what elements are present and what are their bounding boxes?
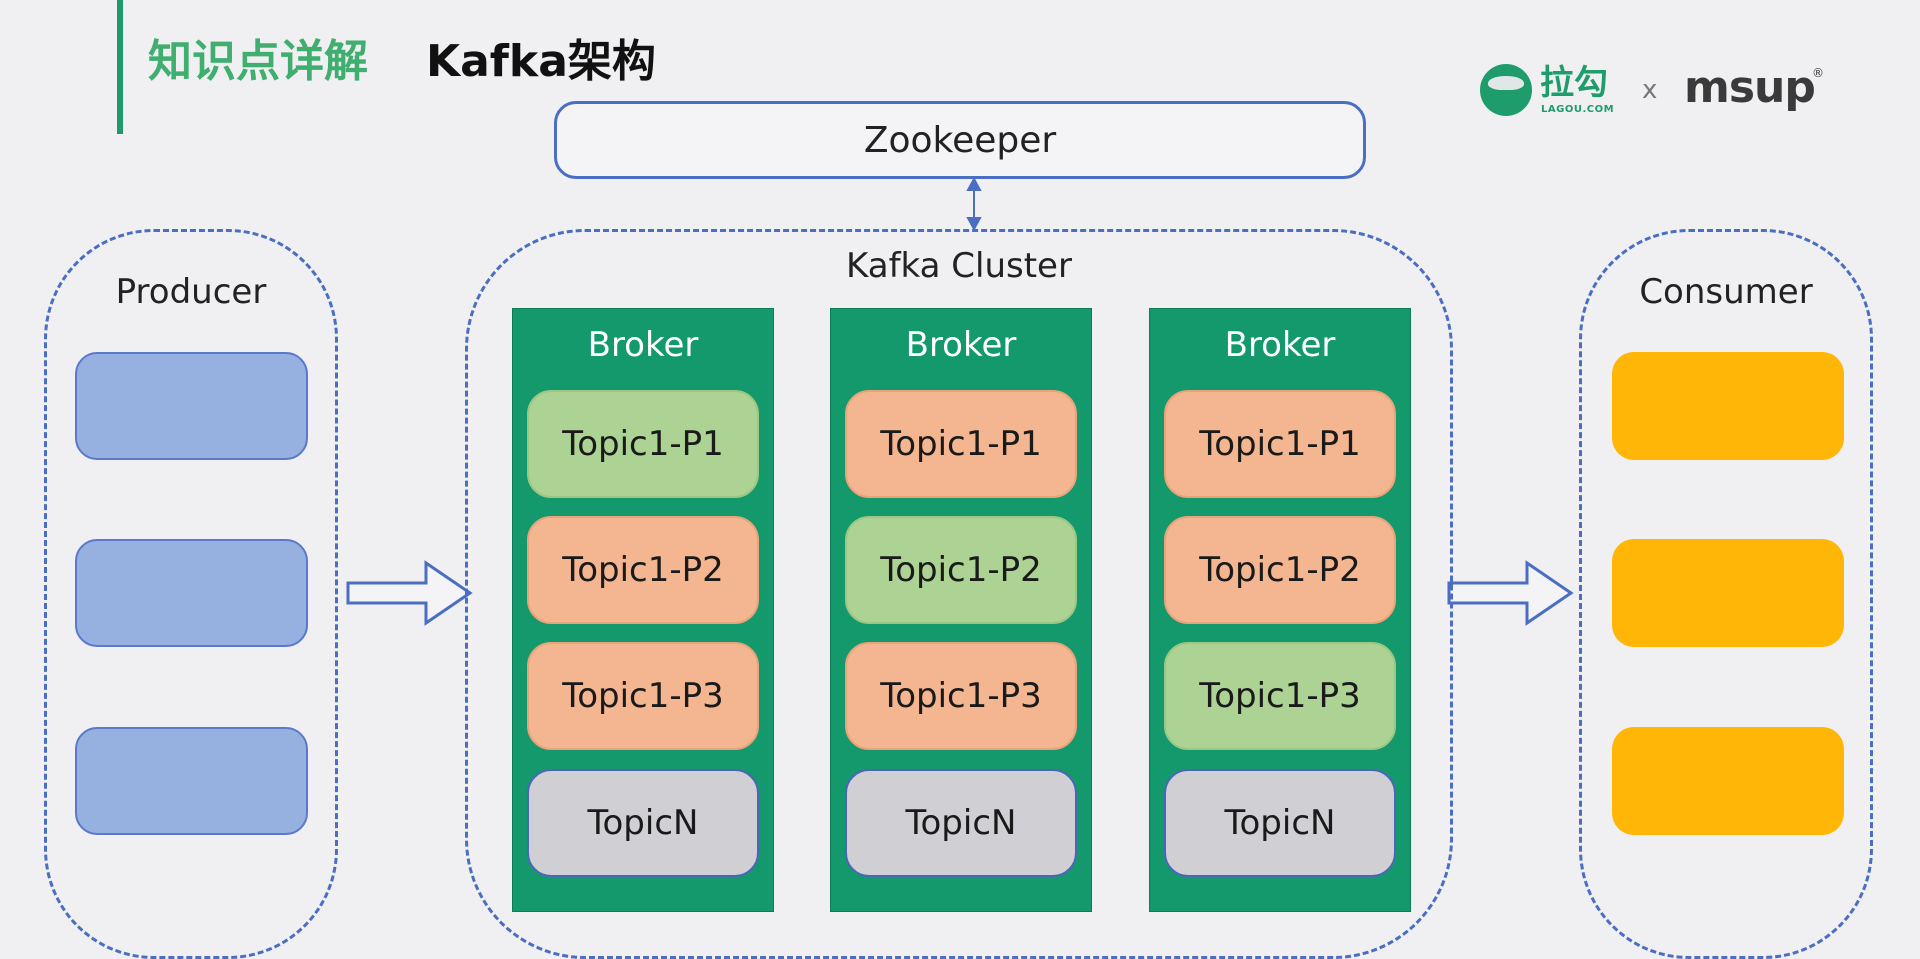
topic-partition: Topic1-P2 [527, 516, 759, 624]
broker: Broker Topic1-P1 Topic1-P2 Topic1-P3 Top… [512, 308, 774, 912]
topic-partition: Topic1-P3 [527, 642, 759, 750]
broker: Broker Topic1-P1 Topic1-P2 Topic1-P3 Top… [1149, 308, 1411, 912]
broker-label: Broker [1224, 325, 1336, 365]
consumer-instance [1612, 539, 1844, 647]
topic-partition: Topic1-P2 [845, 516, 1077, 624]
producer-to-cluster-arrow [346, 560, 473, 626]
zookeeper-node: Zookeeper [554, 101, 1366, 179]
producer-instance [75, 539, 308, 647]
producer-instance [75, 727, 308, 835]
topic-partition: Topic1-P1 [1164, 390, 1396, 498]
topic-partition: Topic1-P3 [1164, 642, 1396, 750]
topic-partition: Topic1-P1 [845, 390, 1077, 498]
topic-partition: TopicN [1164, 769, 1396, 877]
broker-label: Broker [905, 325, 1017, 365]
cluster-to-consumer-arrow [1447, 560, 1574, 626]
consumer-label: Consumer [1639, 272, 1813, 312]
zookeeper-label: Zookeeper [863, 119, 1057, 161]
topic-partition: TopicN [527, 769, 759, 877]
zookeeper-link-arrowhead-up [966, 176, 982, 191]
broker: Broker Topic1-P1 Topic1-P2 Topic1-P3 Top… [830, 308, 1092, 912]
topic-partition: Topic1-P2 [1164, 516, 1396, 624]
topic-partition: Topic1-P3 [845, 642, 1077, 750]
producer-label: Producer [115, 272, 267, 312]
producer-instance [75, 352, 308, 460]
consumer-instance [1612, 727, 1844, 835]
zookeeper-link-arrowhead-down [966, 217, 982, 232]
topic-partition: Topic1-P1 [527, 390, 759, 498]
kafka-cluster-label: Kafka Cluster [846, 246, 1072, 286]
topic-partition: TopicN [845, 769, 1077, 877]
broker-label: Broker [587, 325, 699, 365]
consumer-instance [1612, 352, 1844, 460]
